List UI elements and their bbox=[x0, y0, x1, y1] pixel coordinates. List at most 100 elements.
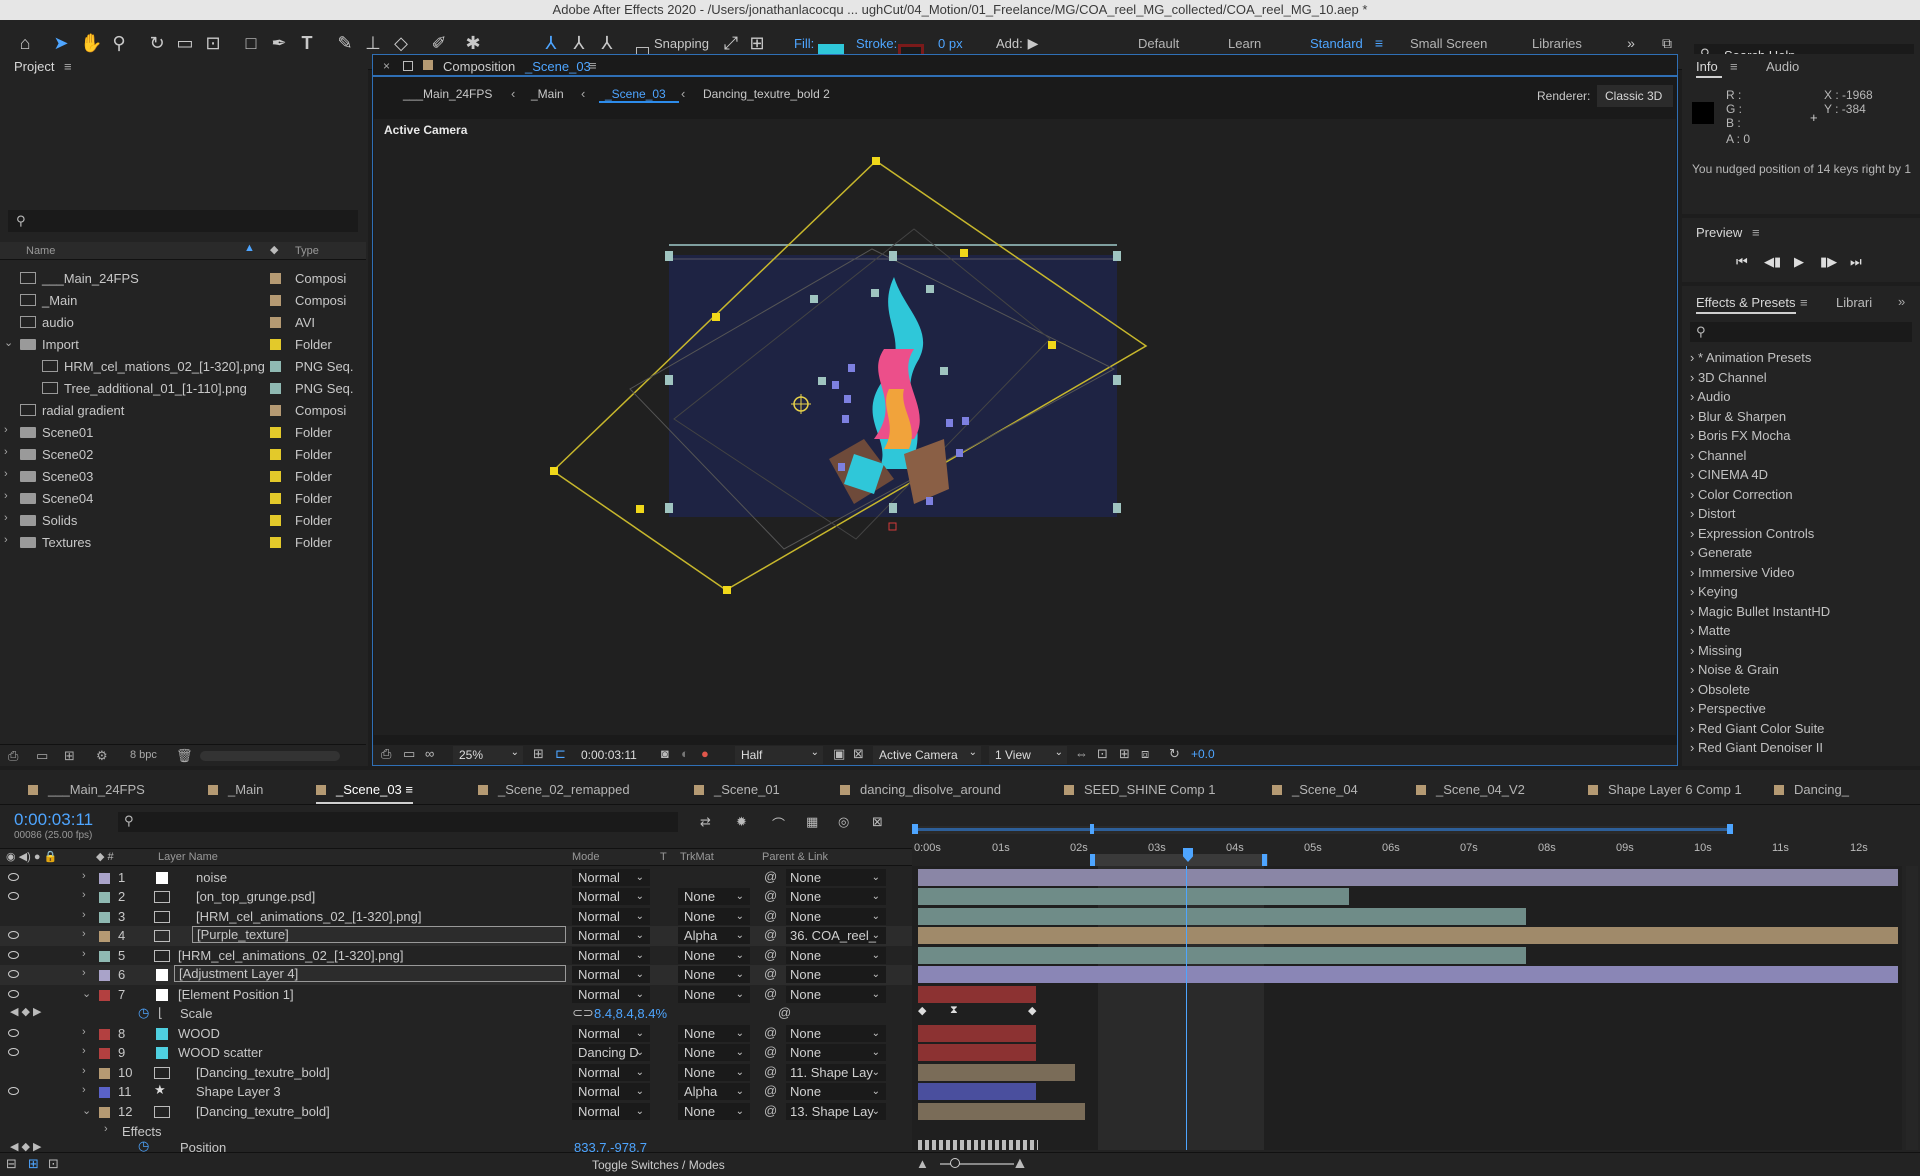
layer-duration-bar[interactable] bbox=[918, 1064, 1075, 1081]
pickwhip-icon[interactable]: @ bbox=[764, 986, 777, 1001]
layer-name[interactable]: WOOD bbox=[178, 1026, 220, 1041]
toggle-pixel-aspect-icon[interactable]: ⇔ bbox=[1075, 746, 1088, 761]
chevron-right-icon[interactable]: › bbox=[82, 928, 86, 940]
layer-duration-bar[interactable] bbox=[918, 947, 1526, 964]
effects-tab[interactable]: Effects & Presets bbox=[1696, 295, 1795, 310]
layer-name[interactable]: WOOD scatter bbox=[178, 1045, 263, 1060]
more-tabs-icon[interactable]: » bbox=[1898, 294, 1905, 309]
type-tool-icon[interactable]: T bbox=[296, 32, 318, 54]
layer-duration-bar[interactable] bbox=[918, 869, 1898, 886]
effects-search-input[interactable]: ⚲ bbox=[1690, 322, 1912, 342]
effects-category[interactable]: › Blur & Sharpen bbox=[1690, 409, 1786, 424]
visibility-eye-icon[interactable] bbox=[8, 1029, 19, 1037]
view-axis-icon[interactable]: ⅄ bbox=[596, 32, 618, 54]
always-preview-icon[interactable]: ⎙ bbox=[381, 746, 391, 762]
pickwhip-icon[interactable]: @ bbox=[764, 947, 777, 962]
effects-category[interactable]: › Obsolete bbox=[1690, 682, 1750, 697]
visibility-eye-icon[interactable] bbox=[8, 970, 19, 978]
add-play-icon[interactable]: ▶ bbox=[1022, 32, 1044, 54]
pickwhip-icon[interactable]: @ bbox=[764, 908, 777, 923]
label-color-swatch[interactable] bbox=[270, 493, 281, 504]
workspace-standard[interactable]: Standard bbox=[1310, 36, 1363, 51]
trash-icon[interactable]: 🗑 bbox=[176, 748, 193, 764]
layer-row[interactable]: › 2 [on_top_grunge.psd] Normal ⌄ None ⌄ @ None ⌄ bbox=[0, 887, 912, 907]
track-matte-select[interactable]: None ⌄ bbox=[678, 908, 750, 925]
play-icon[interactable]: ▶ bbox=[1794, 254, 1804, 270]
label-color-swatch[interactable] bbox=[270, 317, 281, 328]
label-color-swatch[interactable] bbox=[270, 383, 281, 394]
project-item[interactable]: Tree_additional_01_[1-110].png PNG Seq. bbox=[0, 378, 366, 400]
timeline-track-area[interactable]: ◆ ⧗ ◆ bbox=[912, 866, 1902, 1150]
rectangle-tool-icon[interactable]: □ bbox=[240, 32, 262, 54]
label-color-swatch[interactable] bbox=[270, 537, 281, 548]
exposure-value[interactable]: +0.0 bbox=[1191, 747, 1215, 761]
layer-row[interactable]: › 1 noise Normal ⌄ @ None ⌄ bbox=[0, 868, 912, 888]
project-item[interactable]: ⌄ Import Folder bbox=[0, 334, 366, 356]
blend-mode-select[interactable]: Normal ⌄ bbox=[572, 1103, 650, 1120]
breadcrumb-main24[interactable]: ___Main_24FPS bbox=[403, 87, 492, 101]
layer-name[interactable]: [Adjustment Layer 4] bbox=[174, 965, 566, 982]
layer-row[interactable]: › 8 WOOD Normal ⌄ None ⌄ @ None ⌄ bbox=[0, 1024, 912, 1044]
layer-name[interactable]: [on_top_grunge.psd] bbox=[196, 889, 315, 904]
sync-icon[interactable]: ⧉ bbox=[1656, 32, 1678, 54]
parent-select[interactable]: 11. Shape Lay ⌄ bbox=[786, 1064, 886, 1081]
audio-tab[interactable]: Audio bbox=[1766, 59, 1799, 74]
breadcrumb-dancing[interactable]: Dancing_texutre_bold 2 bbox=[703, 87, 830, 101]
label-color-swatch[interactable] bbox=[270, 427, 281, 438]
blend-mode-select[interactable]: Normal ⌄ bbox=[572, 966, 650, 983]
visibility-eye-icon[interactable] bbox=[8, 1048, 19, 1056]
panel-menu-icon[interactable]: ≡ bbox=[402, 782, 413, 797]
track-matte-select[interactable]: None ⌄ bbox=[678, 888, 750, 905]
snapshot-icon[interactable]: ◙ bbox=[661, 746, 669, 761]
transfer-controls-icon[interactable]: ⊞ bbox=[28, 1156, 39, 1172]
frame-blending-icon[interactable]: ▦ bbox=[806, 814, 818, 830]
layer-duration-bar[interactable] bbox=[918, 1083, 1036, 1100]
timeline-timecode[interactable]: 0:00:03:11 bbox=[14, 810, 93, 830]
chevron-right-icon[interactable]: › bbox=[82, 948, 86, 960]
timeline-tab[interactable]: _Scene_02_remapped bbox=[478, 782, 630, 797]
color-channels-icon[interactable]: ● bbox=[701, 746, 709, 761]
layer-row[interactable]: › 11 ★ Shape Layer 3 Normal ⌄ Alpha ⌄ @ None ⌄ bbox=[0, 1082, 912, 1102]
effects-category[interactable]: › Color Correction bbox=[1690, 487, 1793, 502]
layer-row[interactable]: › 9 WOOD scatter Dancing D ⌄ None ⌄ @ None ⌄ bbox=[0, 1043, 912, 1063]
visibility-eye-icon[interactable] bbox=[8, 951, 19, 959]
motion-blur-icon[interactable]: ◎ bbox=[838, 814, 849, 830]
effects-category[interactable]: › Generate bbox=[1690, 545, 1752, 560]
region-of-interest-icon[interactable]: ⊏ bbox=[555, 746, 566, 762]
transparency-grid-icon[interactable]: ⊠ bbox=[853, 746, 864, 762]
label-color-swatch[interactable] bbox=[99, 1107, 110, 1118]
parent-select[interactable]: None ⌄ bbox=[786, 888, 886, 905]
pickwhip-icon[interactable]: @ bbox=[764, 1083, 777, 1098]
project-item[interactable]: HRM_cel_mations_02_[1-320].png PNG Seq. bbox=[0, 356, 366, 378]
roto-brush-tool-icon[interactable]: ✐ bbox=[428, 32, 450, 54]
visibility-eye-icon[interactable] bbox=[8, 1087, 19, 1095]
puppet-tool-icon[interactable]: ✱ bbox=[462, 32, 484, 54]
timeline-vertical-scrollbar[interactable] bbox=[1906, 866, 1918, 1150]
chevron-right-icon[interactable]: › bbox=[4, 490, 8, 502]
pickwhip-icon[interactable]: @ bbox=[764, 1103, 777, 1118]
next-frame-icon[interactable]: ▮▶ bbox=[1820, 254, 1837, 270]
constrain-proportions-icon[interactable]: ⊂⊃ bbox=[572, 1005, 594, 1021]
timeline-tab[interactable]: SEED_SHINE Comp 1 bbox=[1064, 782, 1216, 797]
chevron-down-icon[interactable]: ⌄ bbox=[4, 336, 13, 349]
panel-menu-icon[interactable]: ≡ bbox=[1800, 295, 1808, 310]
brush-tool-icon[interactable]: ✎ bbox=[334, 32, 356, 54]
column-mode[interactable]: Mode bbox=[572, 851, 600, 863]
parent-select[interactable]: 36. COA_reel_ ⌄ bbox=[786, 927, 886, 944]
effects-category[interactable]: › Keying bbox=[1690, 584, 1738, 599]
effects-category[interactable]: › 3D Channel bbox=[1690, 370, 1767, 385]
label-color-swatch[interactable] bbox=[270, 515, 281, 526]
project-search-input[interactable]: ⚲ bbox=[8, 210, 358, 232]
timeline-tab[interactable]: Shape Layer 6 Comp 1 bbox=[1588, 782, 1742, 797]
timeline-icon[interactable]: ⊞ bbox=[1119, 746, 1130, 762]
project-item[interactable]: › Textures Folder bbox=[0, 532, 366, 554]
project-item[interactable]: audio AVI bbox=[0, 312, 366, 334]
clone-stamp-tool-icon[interactable]: ⊥ bbox=[362, 32, 384, 54]
flowchart-icon[interactable]: ⧈ bbox=[1141, 746, 1149, 762]
property-value-position[interactable]: 833.7,-978.7 bbox=[574, 1140, 647, 1152]
layer-name[interactable]: [Dancing_texutre_bold] bbox=[196, 1065, 330, 1080]
layer-name[interactable]: [HRM_cel_animations_02_[1-320].png] bbox=[178, 948, 403, 963]
project-item[interactable]: › Scene01 Folder bbox=[0, 422, 366, 444]
project-item[interactable]: › Scene02 Folder bbox=[0, 444, 366, 466]
project-item[interactable]: › Scene03 Folder bbox=[0, 466, 366, 488]
